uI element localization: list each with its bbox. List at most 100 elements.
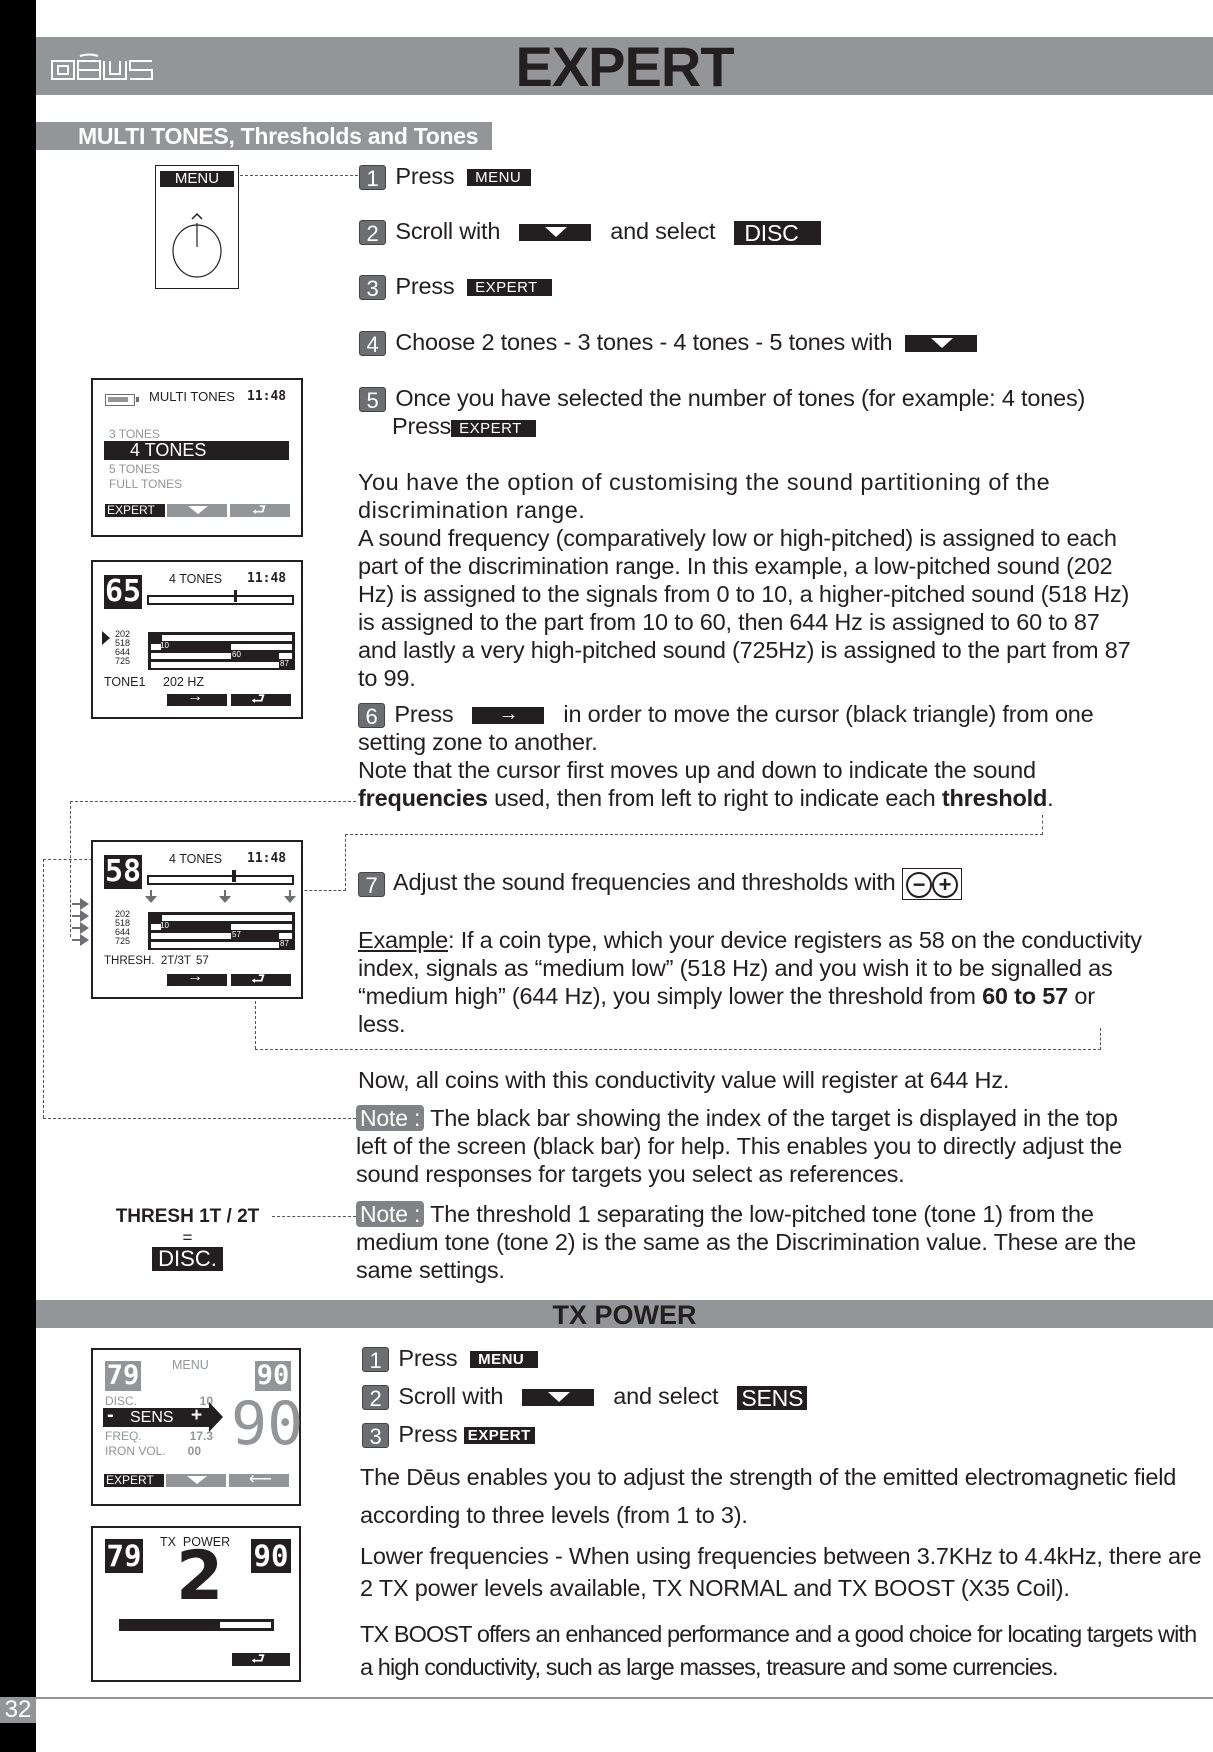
tone-grid: 10 60 87: [148, 632, 295, 670]
step-number: 1: [359, 165, 386, 191]
back-arrow-icon: ⮐: [251, 971, 266, 988]
screen-tone1: 65 4 TONES 11:48 202 518 644 725 10 60 8…: [91, 560, 303, 719]
menu-row-sens-selected[interactable]: - SENS +: [103, 1402, 223, 1432]
step-6: 6 Press → in order to move the cursor (b…: [358, 700, 1138, 756]
menu-row-freq[interactable]: FREQ. 17.3: [105, 1429, 213, 1443]
screen-down-button[interactable]: [167, 504, 227, 517]
footer-rule: [36, 1697, 1213, 1699]
screen-threshold: 58 4 TONES 11:48 202 518 644 725 10 57 8…: [91, 840, 303, 999]
power-level-bar: [119, 1619, 274, 1631]
step-text: Adjust the sound frequencies and thresho…: [393, 869, 896, 896]
step-text: Press: [395, 273, 455, 299]
minus-button[interactable]: −: [905, 872, 932, 898]
right-arrow-button[interactable]: →: [472, 703, 545, 725]
step-3: 3 Press EXPERT: [359, 272, 552, 301]
down-arrow-icon: [931, 338, 954, 349]
plus-minus-buttons: − +: [901, 868, 962, 900]
step-7: 7 Adjust the sound frequencies and thres…: [358, 868, 1138, 900]
tx-paragraph-2: Lower frequencies - When using frequenci…: [360, 1543, 1202, 1601]
tone-grid: 10 57 87: [148, 912, 295, 950]
screen-back-button[interactable]: ⮐: [231, 971, 291, 988]
connector-line: [70, 801, 71, 937]
page-title: EXPERT: [515, 35, 734, 98]
battery-icon: [105, 394, 139, 406]
step-number: 6: [358, 703, 385, 729]
step-5: 5 Once you have selected the number of t…: [359, 384, 1139, 440]
step-number: 2: [362, 1385, 389, 1411]
screen-expert-button[interactable]: EXPERT: [104, 1474, 164, 1487]
right-arrow-icon: →: [187, 688, 203, 705]
disc-option[interactable]: DISC: [734, 220, 821, 245]
screen-back-button[interactable]: ⮐: [231, 691, 291, 708]
right-arrow-icon: →: [498, 703, 519, 726]
down-arrow-icon: [545, 227, 568, 238]
screen-back-button[interactable]: ⮐: [230, 502, 290, 519]
cursor-triangle-icon: [102, 631, 110, 645]
freq-labels: 202 518 644 725: [115, 629, 131, 666]
step-text: Press: [395, 163, 455, 189]
target-index: 58: [104, 854, 142, 889]
down-arrow-button[interactable]: [522, 1389, 595, 1407]
back-arrow-icon: ⮐: [251, 1651, 266, 1668]
connector-line: [1042, 815, 1043, 835]
option-4-tones-selected[interactable]: 4 TONES: [104, 440, 289, 460]
screen-back-button[interactable]: ⟵: [229, 1471, 289, 1488]
down-arrow-icon: [548, 1392, 571, 1403]
option-3-tones[interactable]: 3 TONES: [109, 427, 160, 441]
screen-title: MULTI TONES: [149, 389, 235, 404]
expert-button[interactable]: EXPERT: [467, 279, 552, 297]
step-number: 5: [359, 387, 386, 413]
step-text: Press: [398, 1421, 458, 1447]
index-bar: [147, 590, 294, 605]
screen-next-button[interactable]: →: [167, 688, 227, 706]
option-full-tones[interactable]: FULL TONES: [109, 477, 182, 491]
step-2: 2 Scroll with and select DISC: [359, 217, 821, 246]
plus-button[interactable]: +: [931, 872, 958, 898]
step-number: 7: [358, 871, 385, 898]
back-arrow-icon: ⮐: [251, 691, 266, 708]
screen-time: 11:48: [247, 851, 287, 866]
screen-next-button[interactable]: →: [167, 968, 227, 986]
connector-line: [255, 1049, 1101, 1050]
connector-line: [240, 175, 358, 176]
status-label: TONE1: [104, 675, 146, 689]
screen-expert-button[interactable]: EXPERT: [105, 504, 165, 517]
power-bar-remaining: [219, 1622, 271, 1628]
screen-menu-sens: 79 MENU 90 90 DISC. 10 - SENS + FREQ. 17…: [91, 1348, 303, 1506]
knob-icon: [172, 212, 222, 278]
thresh-equals-disc: THRESH 1T / 2T = DISC.: [115, 1206, 260, 1271]
menu-button[interactable]: MENU: [470, 1351, 539, 1369]
note-1: Note : The black bar showing the index o…: [356, 1105, 1123, 1187]
step-text-2: in order to move the cursor (black trian…: [358, 701, 1094, 756]
status-value: 57: [196, 955, 209, 967]
screen-multitones: MULTI TONES 11:48 3 TONES 4 TONES 5 TONE…: [91, 378, 303, 537]
page-number: 32: [0, 1697, 36, 1723]
expert-button[interactable]: EXPERT: [451, 419, 536, 437]
connector-line: [345, 834, 346, 891]
status-value: 202 HZ: [163, 675, 204, 689]
step-number: 1: [362, 1347, 389, 1373]
menu-button[interactable]: MENU: [467, 169, 532, 187]
freq-labels: 202 518 644 725: [115, 909, 131, 946]
down-arrow-button[interactable]: [905, 335, 978, 353]
screen-time: 11:48: [247, 389, 287, 404]
section-title-multitones: MULTI TONES, Thresholds and Tones: [36, 122, 492, 150]
step-text-2: and select: [610, 218, 716, 244]
step-text: Press: [398, 1345, 458, 1371]
option-5-tones[interactable]: 5 TONES: [109, 462, 160, 476]
menu-row-iron-vol[interactable]: IRON VOL. 00: [105, 1444, 213, 1458]
left-index: 79: [105, 1539, 143, 1573]
example-paragraph: Example: If a coin type, which your devi…: [358, 927, 1142, 1037]
tx-paragraph-1: The Dēus enables you to adjust the stren…: [360, 1464, 1177, 1528]
screen-back-button[interactable]: ⮐: [232, 1651, 290, 1668]
connector-line: [43, 1118, 356, 1119]
down-arrow-icon: [188, 506, 208, 514]
note-tag: Note :: [356, 1201, 425, 1227]
expert-button[interactable]: EXPERT: [463, 1427, 535, 1445]
screen-down-button[interactable]: [166, 1474, 226, 1487]
step-1: 1 Press MENU: [359, 162, 532, 191]
sens-option[interactable]: SENS: [737, 1385, 808, 1410]
right-pointer-icon: [209, 1402, 223, 1432]
down-arrow-button[interactable]: [519, 224, 592, 242]
connector-line: [43, 859, 44, 1118]
